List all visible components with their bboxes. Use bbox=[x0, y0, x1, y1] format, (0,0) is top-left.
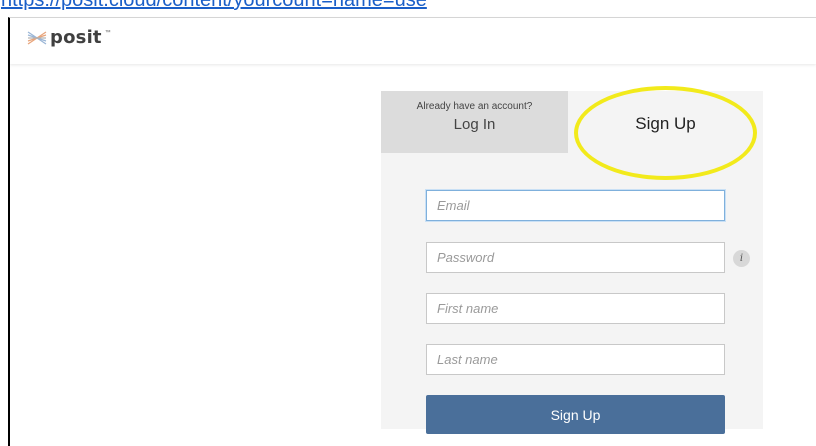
site-header: posit ™ bbox=[10, 18, 816, 64]
sign-up-button[interactable]: Sign Up bbox=[426, 395, 725, 434]
login-tab-label: Log In bbox=[453, 116, 496, 133]
posit-cloud-link[interactable]: https://posit.cloud/content/yourcount=na… bbox=[1, 0, 427, 12]
trademark-mark: ™ bbox=[104, 30, 111, 36]
posit-logo-icon bbox=[27, 31, 47, 44]
posit-logo[interactable]: posit ™ bbox=[27, 27, 111, 48]
last-name-field[interactable] bbox=[426, 344, 725, 375]
password-info-icon[interactable]: i bbox=[733, 250, 750, 267]
brand-name: posit bbox=[50, 27, 102, 48]
password-field[interactable] bbox=[426, 242, 725, 273]
tab-log-in[interactable]: Already have an account? Log In bbox=[381, 91, 568, 153]
first-name-field[interactable] bbox=[426, 293, 725, 324]
signup-tab-label: Sign Up bbox=[635, 114, 696, 133]
tab-sign-up[interactable]: Sign Up bbox=[568, 91, 763, 153]
url-strip: https://posit.cloud/content/yourcount=na… bbox=[0, 0, 816, 16]
login-prompt: Already have an account? bbox=[416, 101, 533, 112]
email-field[interactable] bbox=[426, 190, 725, 221]
